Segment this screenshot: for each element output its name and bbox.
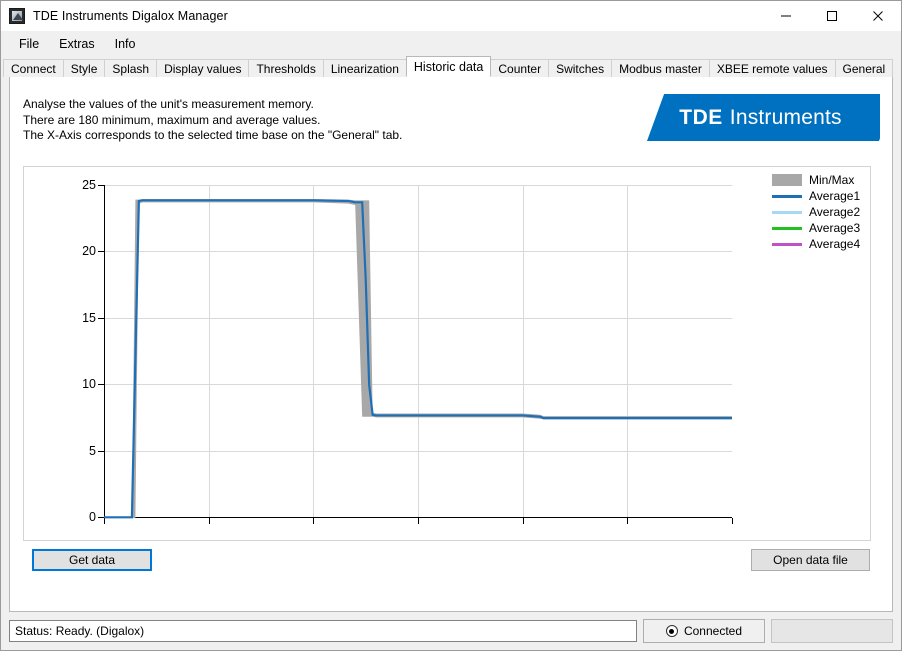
menu-item-info[interactable]: Info (105, 34, 146, 54)
status-spare-panel (771, 619, 893, 643)
x-tick-mark-180 (732, 518, 733, 524)
tab-bar: Connect Style Splash Display values Thre… (1, 56, 901, 77)
tab-xbee-remote-values[interactable]: XBEE remote values (708, 59, 836, 77)
connection-status-label: Connected (683, 624, 743, 638)
legend-swatch-average4 (772, 242, 802, 246)
chart-series-group (104, 198, 732, 519)
tab-switches[interactable]: Switches (548, 59, 613, 77)
legend-label-average2: Average2 (809, 205, 861, 219)
legend-swatch-minmax (772, 174, 802, 186)
legend-item-average3: Average3 (772, 221, 860, 235)
tab-thresholds[interactable]: Thresholds (248, 59, 324, 77)
connected-radio-icon (665, 625, 678, 637)
info-line-2: There are 180 minimum, maximum and avera… (23, 112, 321, 127)
tde-instruments-logo: TDE Instruments (635, 94, 880, 141)
close-icon[interactable] (855, 1, 901, 31)
chart-actions: Get data Open data file (23, 549, 879, 571)
historic-data-chart: 0 5 10 15 20 25 Min/Max Average1 Average… (23, 166, 871, 541)
legend-item-average1: Average1 (772, 189, 860, 203)
menu-bar: File Extras Info (1, 31, 901, 56)
tab-linearization[interactable]: Linearization (322, 59, 407, 77)
tab-modbus-master[interactable]: Modbus master (611, 59, 710, 77)
legend-label-minmax: Min/Max (809, 173, 855, 187)
tab-content-historic-data: Analyse the values of the unit's measure… (9, 76, 893, 612)
get-data-button[interactable]: Get data (32, 549, 152, 571)
legend-label-average4: Average4 (809, 237, 861, 251)
legend-label-average1: Average1 (809, 189, 861, 203)
x-tick-mark-60 (313, 518, 315, 524)
legend-swatch-average1 (772, 194, 802, 198)
x-tick-mark-30 (208, 518, 210, 524)
tab-connect[interactable]: Connect (3, 59, 64, 77)
y-tick-5: 5 (89, 443, 96, 458)
y-tick-25: 25 (82, 178, 96, 192)
y-tick-15: 15 (82, 310, 96, 325)
x-tick-mark-120 (522, 518, 524, 524)
average1-line-series (104, 199, 732, 519)
y-tick-10: 10 (82, 377, 96, 392)
logo-text: TDE Instruments (635, 94, 880, 141)
application-window: TDE Instruments Digalox Manager File Ext… (0, 0, 902, 651)
app-image-icon (9, 8, 25, 24)
open-data-file-button[interactable]: Open data file (751, 549, 870, 571)
tab-counter[interactable]: Counter (490, 59, 550, 77)
logo-bold-text: TDE (679, 105, 723, 129)
status-text: Status: Ready. (Digalox) (9, 620, 637, 642)
status-bar: Status: Ready. (Digalox) Connected (1, 612, 901, 650)
legend-item-average2: Average2 (772, 205, 860, 219)
x-tick-mark-90 (418, 518, 419, 524)
tab-general[interactable]: General (834, 59, 894, 77)
window-controls (763, 1, 901, 31)
y-tick-20: 20 (82, 244, 96, 259)
menu-item-extras[interactable]: Extras (49, 34, 104, 54)
chart-inner: 0 5 10 15 20 25 Min/Max Average1 Average… (24, 167, 870, 540)
info-line-3: The X-Axis corresponds to the selected t… (23, 128, 403, 142)
info-description: Analyse the values of the unit's measure… (23, 97, 402, 144)
title-bar: TDE Instruments Digalox Manager (1, 1, 901, 31)
legend-item-minmax: Min/Max (772, 173, 860, 187)
x-tick-mark-0 (104, 518, 105, 524)
tab-display-values[interactable]: Display values (156, 59, 250, 77)
minmax-band-series (104, 198, 732, 519)
chart-legend: Min/Max Average1 Average2 Average3 Avera… (772, 173, 860, 251)
y-tick-0: 0 (89, 510, 96, 524)
tab-splash[interactable]: Splash (104, 59, 158, 77)
legend-swatch-average2 (772, 210, 802, 214)
legend-item-average4: Average4 (772, 237, 860, 251)
window-title: TDE Instruments Digalox Manager (33, 9, 228, 23)
info-line-1: Analyse the values of the unit's measure… (23, 97, 314, 111)
legend-swatch-average3 (772, 226, 802, 230)
connection-status[interactable]: Connected (643, 619, 765, 643)
minimize-icon[interactable] (763, 1, 809, 31)
logo-light-text: Instruments (729, 105, 842, 129)
legend-label-average3: Average3 (809, 221, 861, 235)
tab-historic-data[interactable]: Historic data (405, 56, 492, 77)
x-tick-mark-150 (627, 518, 629, 524)
menu-item-file[interactable]: File (9, 34, 49, 54)
tab-style[interactable]: Style (62, 59, 106, 77)
maximize-icon[interactable] (809, 1, 855, 31)
